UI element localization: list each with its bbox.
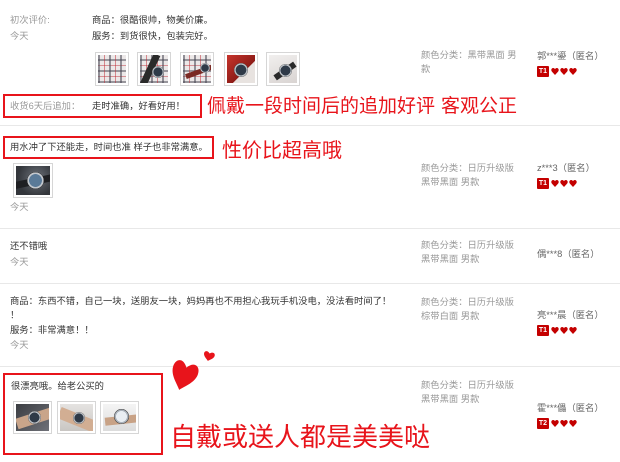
heart-icon (569, 420, 577, 427)
watch-face (279, 64, 292, 77)
review-photo[interactable] (100, 401, 139, 434)
heart-icon (551, 420, 559, 427)
row-divider (0, 125, 620, 126)
heart-decoration-icon (172, 351, 215, 390)
photo-image (16, 404, 49, 431)
heart-icon (551, 180, 559, 187)
sku-info: 黑带黑面 男款 (421, 177, 480, 187)
review-text: 商品：东西不错，自己一块，送朋友一块，妈妈再也不用担心我玩手机没电，没法看时间了… (10, 296, 392, 306)
buyer-level-badge: T1 (537, 66, 577, 77)
watch-face (73, 412, 85, 424)
review-photo[interactable] (224, 52, 258, 86)
heart-icon (569, 68, 577, 75)
review-date: 今天 (10, 202, 29, 212)
reviewer-name: z***3（匿名） (537, 163, 595, 173)
heart-icon (560, 327, 568, 334)
buyer-level: T1 (537, 178, 549, 189)
photo-image (60, 404, 93, 431)
buyer-level: T1 (537, 325, 549, 336)
buyer-level-badge: T2 (537, 418, 577, 429)
review-date: 今天 (10, 340, 29, 350)
review-text: 服务：到货很快，包装完好。 (92, 31, 213, 41)
review-text: 商品：很酷很帅，物美价廉。 (92, 15, 213, 25)
row-divider (0, 366, 620, 367)
heart-icon (560, 180, 568, 187)
sku-info: 棕带白面 男款 (421, 311, 480, 321)
review-photo[interactable] (180, 52, 214, 86)
sku-info: 颜色分类：日历升级版 (421, 240, 514, 250)
review-photo[interactable] (137, 52, 171, 86)
buyer-level: T2 (537, 418, 549, 429)
sku-info: 颜色分类：日历升级版 (421, 297, 514, 307)
review-text: ！ (10, 310, 20, 320)
annotation-text: 自戴或送人都是美美哒 (170, 423, 431, 453)
initial-review-label: 初次评价: (10, 15, 50, 25)
reviewer-name: 霍***儡（匿名） (537, 403, 604, 413)
watch-face (234, 63, 248, 77)
review-date: 今天 (10, 257, 29, 267)
review-photo[interactable] (13, 163, 53, 198)
photo-image (103, 404, 136, 431)
append-review-text: 走时准确，好看好用！ (92, 101, 185, 111)
sku-info: 黑带黑面 男款 (421, 254, 480, 264)
reviewer-name: 偶***8（匿名） (537, 249, 600, 259)
sku-info: 颜色分类：日历升级版 (421, 380, 514, 390)
review-photo[interactable] (57, 401, 96, 434)
heart-icon (560, 420, 568, 427)
annotation-text: 性价比超高哦 (222, 138, 342, 162)
review-text: 服务：非常满意！！ (10, 325, 94, 335)
buyer-level: T1 (537, 66, 549, 77)
watch-face (152, 66, 164, 78)
sku-info: 颜色分类：日历升级版 (421, 163, 514, 173)
photo-image (227, 55, 255, 83)
watch-face (114, 409, 129, 424)
watch-face (200, 63, 210, 73)
photo-image (140, 55, 168, 83)
watch-face (28, 411, 41, 424)
heart-icon (569, 180, 577, 187)
buyer-level-badge: T1 (537, 178, 577, 189)
heart-icon (551, 327, 559, 334)
photo-image (98, 55, 126, 83)
review-text: 很漂亮哦。给老公买的 (11, 381, 104, 391)
heart-icon (560, 68, 568, 75)
review-text: 还不错哦 (10, 241, 48, 251)
review-text: 用水冲了下还能走，时间也准 样子也非常满意。 (10, 142, 208, 152)
review-photo[interactable] (13, 401, 52, 434)
buyer-level-badge: T1 (537, 325, 577, 336)
photo-image (16, 166, 50, 195)
row-divider (0, 228, 620, 229)
annotation-text: 佩戴一段时间后的追加好评 客观公正 (207, 95, 518, 117)
sku-info: 颜色分类：黑带黑面 男 (421, 50, 517, 60)
sku-info: 款 (421, 64, 431, 74)
photo-image (183, 55, 211, 83)
review-date: 今天 (10, 31, 29, 41)
review-list: 初次评价: 今天 商品：很酷很帅，物美价廉。 服务：到货很快，包装完好。 颜色分… (0, 0, 620, 462)
reviewer-name: 亮***晨（匿名） (537, 310, 604, 320)
reviewer-name: 郭***鎏（匿名） (537, 51, 604, 61)
append-review-label: 收货6天后追加： (10, 101, 81, 111)
heart-icon (569, 327, 577, 334)
watch-face (27, 172, 44, 189)
review-photo[interactable] (266, 52, 300, 86)
photo-image (269, 55, 297, 83)
review-photo[interactable] (95, 52, 129, 86)
sku-info: 黑带黑面 男款 (421, 394, 480, 404)
heart-icon (551, 68, 559, 75)
row-divider (0, 283, 620, 284)
